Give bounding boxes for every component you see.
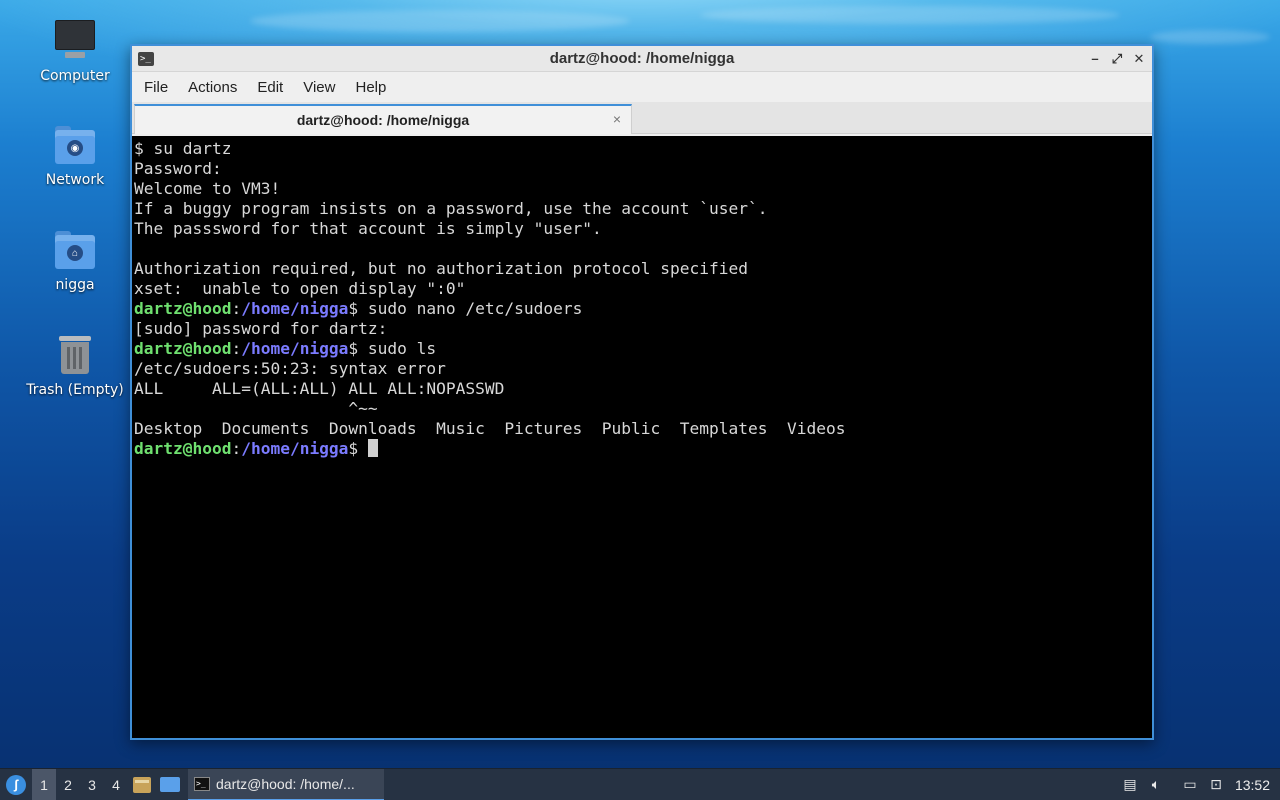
terminal-window[interactable]: >_ dartz@hood: /home/nigga – ⤢ ✕ File Ac…: [130, 44, 1154, 740]
terminal-app-icon[interactable]: >_: [138, 51, 154, 66]
system-tray: ▤ 🔈︎ ▭ ⊡ 13:52: [1117, 769, 1280, 800]
tab-label: dartz@hood: /home/nigga: [296, 112, 470, 128]
home-folder-icon: ⌂: [53, 227, 97, 271]
desktop-icon-label: Trash (Empty): [26, 382, 124, 398]
prompt-path: /home/nigga: [241, 299, 349, 318]
workspace-1[interactable]: 1: [32, 768, 56, 800]
menu-edit[interactable]: Edit: [247, 79, 293, 96]
prompt-path: /home/nigga: [241, 439, 349, 458]
taskbar: ʃ 1 2 3 4 >_ dartz@hood: /home/... ▤ 🔈︎ …: [0, 768, 1280, 800]
terminal-output[interactable]: $ su dartz Password: Welcome to VM3! If …: [132, 136, 1152, 738]
clock[interactable]: 13:52: [1229, 777, 1280, 793]
tab-bar: dartz@hood: /home/nigga ×: [132, 102, 1152, 134]
start-menu-button[interactable]: ʃ: [0, 769, 32, 800]
desktop-icon-label: Network: [45, 172, 105, 188]
network-folder-icon: ◉: [53, 122, 97, 166]
terminal-line: Password:: [134, 159, 222, 178]
menu-file[interactable]: File: [134, 79, 178, 96]
prompt-path: /home/nigga: [241, 339, 349, 358]
workspace-3[interactable]: 3: [80, 769, 104, 800]
keyboard-indicator-icon[interactable]: ▤: [1117, 769, 1143, 800]
terminal-line: xset: unable to open display ":0": [134, 279, 466, 298]
window-title: dartz@hood: /home/nigga: [549, 50, 735, 67]
file-manager-icon: [133, 776, 151, 793]
show-desktop-button[interactable]: [156, 769, 184, 800]
clipboard-icon[interactable]: ▭: [1177, 769, 1203, 800]
desktop-icon-network[interactable]: ◉ Network: [20, 122, 130, 188]
desktop-icon-home[interactable]: ⌂ nigga: [20, 227, 130, 293]
menubar: File Actions Edit View Help: [132, 72, 1152, 102]
command-text: sudo nano /etc/sudoers: [358, 299, 583, 318]
terminal-line: [sudo] password for dartz:: [134, 319, 388, 338]
taskbar-task-terminal[interactable]: >_ dartz@hood: /home/...: [188, 768, 384, 800]
menu-help[interactable]: Help: [345, 79, 396, 96]
task-label: dartz@hood: /home/...: [216, 775, 355, 792]
window-titlebar[interactable]: >_ dartz@hood: /home/nigga – ⤢ ✕: [132, 46, 1152, 72]
prompt-line: dartz@hood:/home/nigga$ sudo ls: [134, 339, 437, 358]
show-desktop-icon: [160, 777, 180, 792]
terminal-line: Welcome to VM3!: [134, 179, 281, 198]
minimize-button[interactable]: –: [1086, 50, 1104, 68]
desktop-icon-label: nigga: [55, 277, 95, 293]
terminal-line: /etc/sudoers:50:23: syntax error: [134, 359, 446, 378]
maximize-button[interactable]: ⤢: [1108, 50, 1126, 68]
terminal-icon: >_: [194, 776, 210, 791]
prompt-user: dartz@hood: [134, 339, 232, 358]
trash-icon: [53, 332, 97, 376]
terminal-line: If a buggy program insists on a password…: [134, 199, 768, 218]
terminal-line: ^~~: [134, 399, 378, 418]
desktop-icon-label: Computer: [40, 68, 110, 84]
prompt-user: dartz@hood: [134, 299, 232, 318]
workspace-2[interactable]: 2: [56, 769, 80, 800]
terminal-line: Desktop Documents Downloads Music Pictur…: [134, 419, 846, 438]
prompt-line: dartz@hood:/home/nigga$ sudo nano /etc/s…: [134, 299, 583, 318]
terminal-line: $ su dartz: [134, 139, 232, 158]
terminal-line: ALL ALL=(ALL:ALL) ALL ALL:NOPASSWD: [134, 379, 505, 398]
volume-icon[interactable]: 🔈︎: [1143, 769, 1169, 800]
terminal-line: Authorization required, but no authoriza…: [134, 259, 748, 278]
tab-terminal[interactable]: dartz@hood: /home/nigga ×: [134, 104, 632, 134]
prompt-user: dartz@hood: [134, 439, 232, 458]
workspace-4[interactable]: 4: [104, 769, 128, 800]
network-icon[interactable]: ⊡: [1203, 769, 1229, 800]
tab-close-icon[interactable]: ×: [613, 111, 621, 127]
close-button[interactable]: ✕: [1130, 50, 1148, 68]
prompt-line: dartz@hood:/home/nigga$: [134, 439, 1150, 459]
menu-actions[interactable]: Actions: [178, 79, 247, 96]
terminal-line: The passsword for that account is simply…: [134, 219, 602, 238]
computer-icon: [53, 18, 97, 62]
text-cursor: [367, 439, 378, 457]
command-text: sudo ls: [358, 339, 437, 358]
desktop-icon-trash[interactable]: Trash (Empty): [20, 332, 130, 398]
distro-logo-icon: ʃ: [6, 774, 26, 795]
file-manager-launcher[interactable]: [128, 769, 156, 800]
desktop-icon-computer[interactable]: Computer: [20, 18, 130, 84]
menu-view[interactable]: View: [293, 79, 345, 96]
